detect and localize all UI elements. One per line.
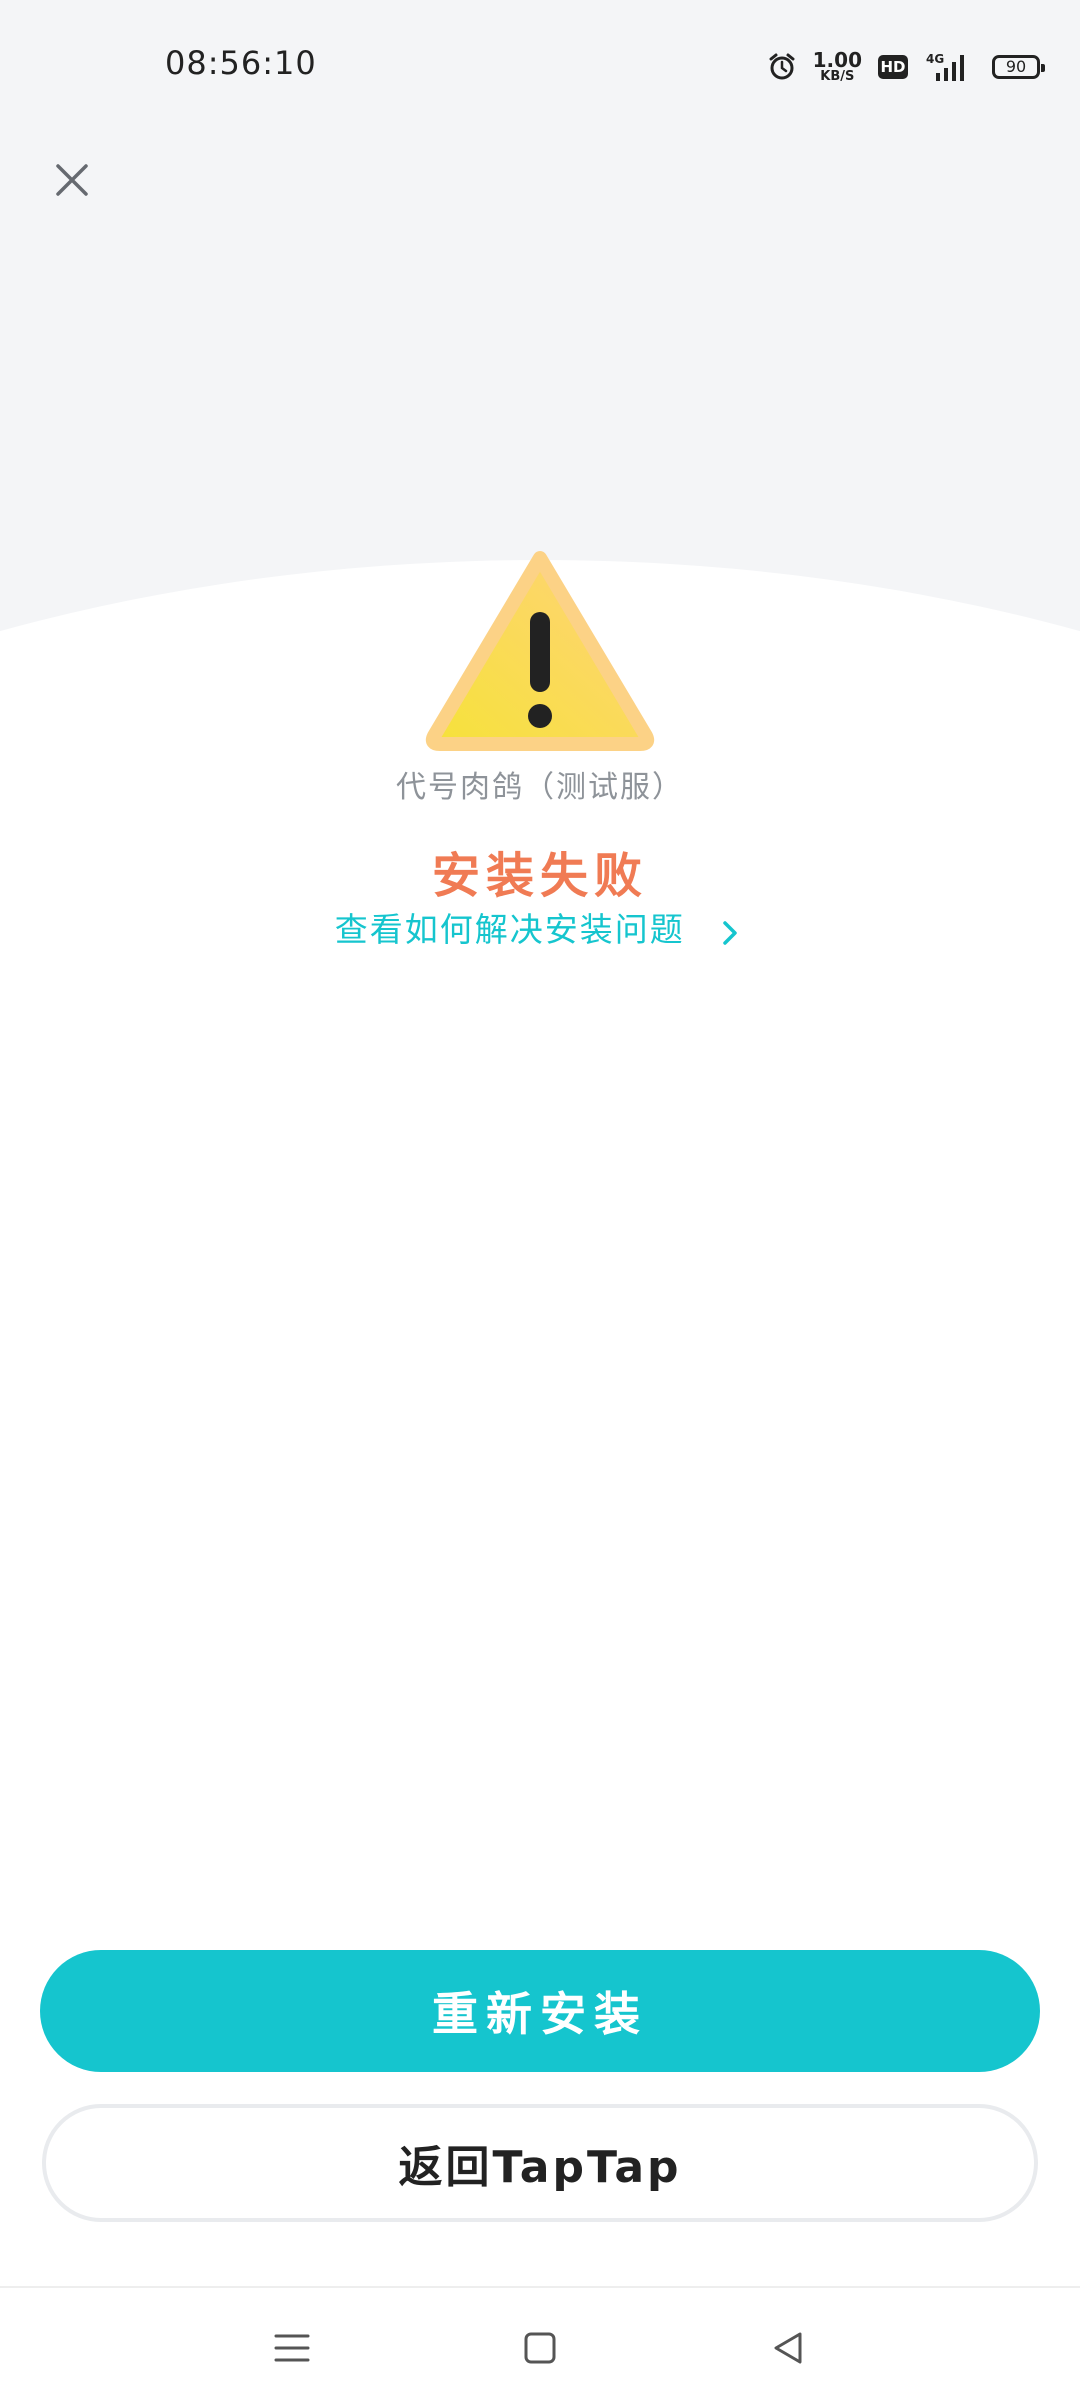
install-help-link[interactable]: 查看如何解决安装问题	[0, 903, 1080, 951]
alarm-icon	[767, 52, 797, 82]
home-icon[interactable]	[510, 2318, 570, 2378]
status-icons: 1.00 KB/S HD 4G 90	[767, 50, 1045, 83]
net-speed: 1.00 KB/S	[813, 50, 862, 83]
battery-icon: 90	[992, 54, 1045, 79]
network-type-label: 4G	[926, 52, 944, 66]
close-icon[interactable]	[48, 156, 96, 204]
back-to-taptap-button[interactable]: 返回TapTap	[42, 2104, 1038, 2222]
game-name: 代号肉鸽（测试服）	[396, 770, 684, 805]
reinstall-button[interactable]: 重新安装	[40, 1950, 1040, 2072]
menu-icon[interactable]	[262, 2318, 322, 2378]
chevron-right-icon	[715, 917, 745, 947]
system-nav-bar	[0, 2286, 1080, 2402]
net-speed-value: 1.00	[812, 48, 862, 72]
hd-icon: HD	[878, 54, 908, 79]
install-failed-title: 安装失败	[431, 848, 648, 904]
status-time: 08:56:10	[165, 44, 317, 82]
status-bar: 08:56:10 1.00 KB/S HD 4G 90	[0, 0, 1080, 135]
back-icon[interactable]	[758, 2318, 818, 2378]
net-speed-unit: KB/S	[820, 69, 855, 84]
install-help-link-label: 查看如何解决安装问题	[334, 910, 685, 949]
signal-icon: 4G	[924, 51, 976, 83]
battery-level: 90	[1005, 57, 1027, 76]
warning-triangle-icon	[424, 546, 656, 752]
